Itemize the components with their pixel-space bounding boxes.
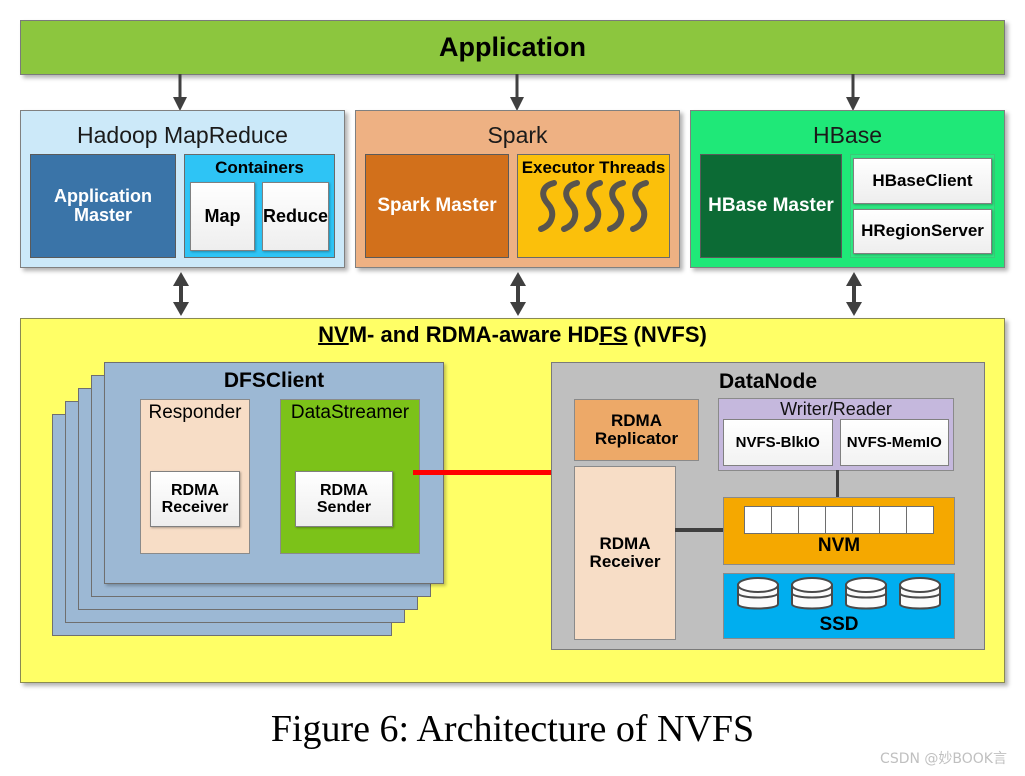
- datanode-title: DataNode: [718, 370, 818, 393]
- writer-reader-label: Writer/Reader: [780, 399, 892, 419]
- application-master-box: Application Master: [30, 154, 176, 258]
- nvm-cell: [743, 505, 772, 534]
- nvm-cell: [824, 505, 853, 534]
- rdma-replicator-box: RDMA Replicator: [574, 399, 699, 461]
- nvm-label: NVM: [817, 534, 861, 556]
- hbaseclient-chip: HBaseClient: [853, 158, 992, 204]
- nvm-box: NVM: [723, 497, 955, 565]
- rdma-receiver-client-chip: RDMA Receiver: [150, 471, 240, 527]
- nvfs-title-part4: (NVFS): [627, 322, 707, 347]
- arrow-application-to-spark: [510, 74, 524, 111]
- thread-squiggle-icon: [560, 180, 580, 233]
- executor-threads-box: Executor Threads: [517, 154, 670, 258]
- nvfs-title: NVM- and RDMA-aware HDFS (NVFS): [0, 322, 1025, 348]
- figure-canvas: Application Hadoop MapReduce Application…: [0, 0, 1025, 776]
- containers-box: Containers Map Reduce: [184, 154, 335, 258]
- thread-squiggle-icon: [537, 180, 557, 233]
- connector-writerreader-to-nvm: [836, 470, 839, 498]
- map-chip: Map: [190, 182, 255, 251]
- hbase-panel: HBase HBase Master HBaseClient HRegionSe…: [690, 110, 1005, 268]
- hadoop-mapreduce-panel: Hadoop MapReduce Application Master Cont…: [20, 110, 345, 268]
- arrow-hbase-to-nvfs: [846, 272, 862, 316]
- nvfs-title-part1: NV: [318, 322, 349, 347]
- rdma-receiver-datanode-box: RDMA Receiver: [574, 466, 676, 640]
- executor-threads-label: Executor Threads: [521, 158, 666, 177]
- watermark: CSDN @妙BOOK言: [880, 751, 1007, 767]
- hbase-body: HBase Master HBaseClient HRegionServer: [691, 154, 1004, 267]
- thread-squiggle-icons: [537, 180, 651, 233]
- client-datanode-red-link: [413, 470, 553, 475]
- nvm-cell: [878, 505, 907, 534]
- nvfs-blkio-chip: NVFS-BlkIO: [723, 419, 833, 466]
- nvm-cell: [851, 505, 880, 534]
- ssd-disk-icons: [736, 576, 942, 614]
- connector-receiver-to-nvm: [675, 528, 725, 532]
- nvfs-title-part3: FS: [599, 322, 628, 347]
- hbase-clients-group: HBaseClient HRegionServer: [850, 154, 995, 258]
- spark-title: Spark: [487, 121, 548, 148]
- writer-reader-row: NVFS-BlkIO NVFS-MemIO: [723, 419, 949, 466]
- rdma-sender-chip: RDMA Sender: [295, 471, 393, 527]
- spark-master-box: Spark Master: [365, 154, 509, 258]
- arrow-spark-to-nvfs: [510, 272, 526, 316]
- ssd-box: SSD: [723, 573, 955, 639]
- nvfs-title-part2: M- and RDMA-aware HD: [348, 322, 600, 347]
- datastreamer-label: DataStreamer: [290, 402, 410, 423]
- thread-squiggle-icon: [606, 180, 626, 233]
- hadoop-body: Application Master Containers Map Reduce: [21, 154, 344, 267]
- application-bar: Application: [20, 20, 1005, 75]
- nvm-cell: [770, 505, 799, 534]
- hregionserver-chip: HRegionServer: [853, 208, 992, 254]
- arrow-application-to-hadoop: [173, 74, 187, 111]
- ssd-label: SSD: [819, 614, 859, 636]
- disk-cylinder-icon: [737, 577, 779, 610]
- disk-cylinder-icon: [791, 577, 833, 610]
- spark-body: Spark Master Executor Threads: [356, 154, 679, 267]
- disk-cylinder-icon: [845, 577, 887, 610]
- arrow-hadoop-to-nvfs: [173, 272, 189, 316]
- responder-label: Responder: [148, 402, 242, 423]
- reduce-chip: Reduce: [261, 182, 329, 251]
- nvm-cells: [743, 505, 934, 534]
- disk-cylinder-icon: [899, 577, 941, 610]
- hbase-title: HBase: [812, 121, 883, 148]
- spark-panel: Spark Spark Master Executor Threads: [355, 110, 680, 268]
- thread-squiggle-icon: [629, 180, 649, 233]
- thread-squiggle-icon: [583, 180, 603, 233]
- containers-label: Containers: [215, 158, 304, 177]
- arrow-application-to-hbase: [846, 74, 860, 111]
- dfsclient-title: DFSClient: [223, 369, 325, 392]
- containers-row: Map Reduce: [190, 182, 329, 251]
- nvm-cell: [905, 505, 934, 534]
- nvm-cell: [797, 505, 826, 534]
- nvfs-memio-chip: NVFS-MemIO: [839, 419, 949, 466]
- hadoop-title: Hadoop MapReduce: [77, 121, 288, 148]
- hbase-master-box: HBase Master: [700, 154, 842, 258]
- writer-reader-box: Writer/Reader NVFS-BlkIO NVFS-MemIO: [718, 398, 954, 471]
- figure-caption: Figure 6: Architecture of NVFS: [270, 708, 755, 750]
